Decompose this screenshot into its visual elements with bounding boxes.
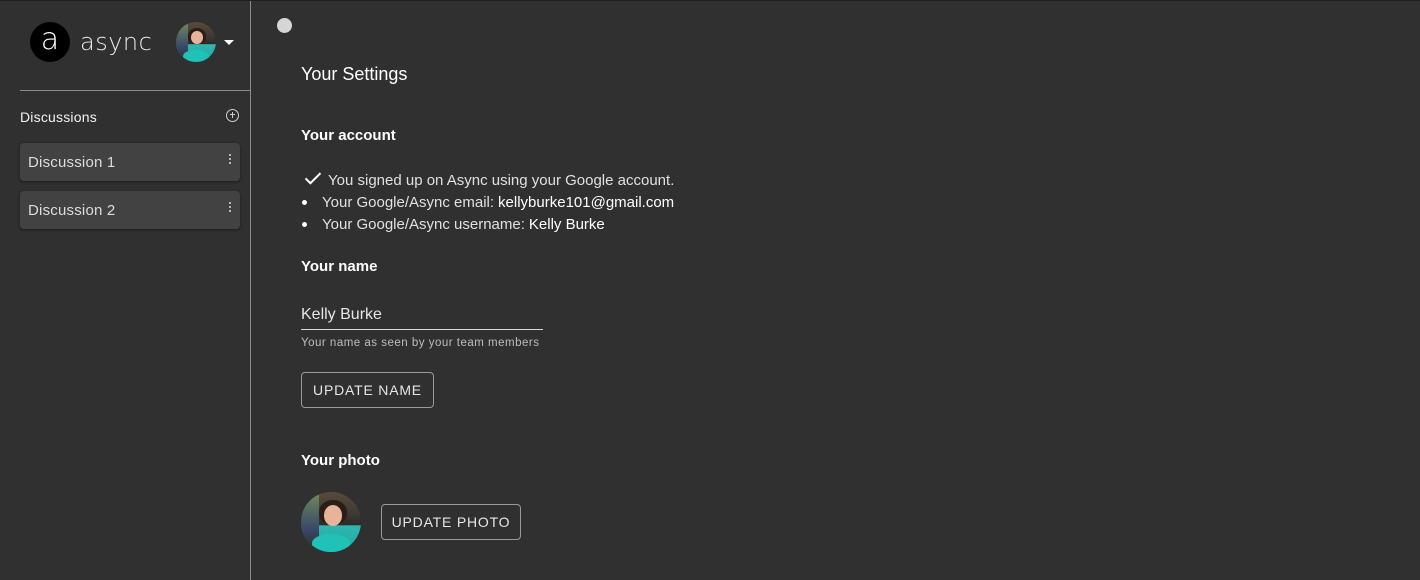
name-input[interactable]	[301, 301, 543, 329]
bullet-icon	[302, 221, 307, 227]
bullet-icon	[302, 199, 307, 205]
photo-heading: Your photo	[301, 452, 380, 469]
discussions-header: Discussions	[20, 107, 240, 127]
user-avatar[interactable]	[176, 22, 216, 62]
name-helper-text: Your name as seen by your team members	[301, 337, 540, 349]
username-label: Your Google/Async username:	[322, 215, 525, 233]
add-circle-icon[interactable]	[226, 108, 239, 122]
discussion-item[interactable]: Discussion 2	[20, 191, 240, 229]
sidebar: a async Discussions Discussion 1 Discuss…	[0, 1, 251, 580]
username-value: Kelly Burke	[528, 215, 605, 233]
brand[interactable]: a async	[30, 22, 152, 62]
discussion-label: Discussion 1	[28, 153, 116, 171]
account-info: You signed up on Async using your Google…	[301, 169, 674, 235]
email-row: Your Google/Async email: kellyburke101@g…	[301, 191, 674, 213]
more-vert-icon[interactable]	[229, 202, 231, 212]
username-row: Your Google/Async username: Kelly Burke	[301, 213, 674, 235]
discussion-label: Discussion 2	[28, 201, 116, 219]
caret-down-icon[interactable]	[224, 39, 234, 45]
async-logo-icon: a	[30, 22, 70, 62]
status-dot-icon	[277, 18, 292, 33]
discussion-item[interactable]: Discussion 1	[20, 143, 240, 181]
settings-page: Your Settings Your account You signed up…	[252, 1, 1420, 580]
sidebar-divider	[20, 90, 250, 91]
name-heading: Your name	[301, 258, 378, 275]
discussions-title: Discussions	[20, 109, 97, 125]
account-heading: Your account	[301, 127, 396, 144]
email-label: Your Google/Async email:	[322, 193, 495, 211]
page-title: Your Settings	[301, 64, 408, 84]
check-icon	[304, 172, 322, 185]
update-photo-button[interactable]: UPDATE PHOTO	[381, 504, 521, 540]
email-value: kellyburke101@gmail.com	[498, 193, 675, 211]
user-menu-button[interactable]	[176, 22, 234, 62]
more-vert-icon[interactable]	[229, 154, 231, 164]
signup-note: You signed up on Async using your Google…	[301, 169, 674, 191]
brand-name: async	[80, 28, 153, 56]
name-field[interactable]	[301, 301, 543, 330]
profile-photo	[301, 492, 361, 552]
update-name-button[interactable]: UPDATE NAME	[301, 372, 434, 408]
